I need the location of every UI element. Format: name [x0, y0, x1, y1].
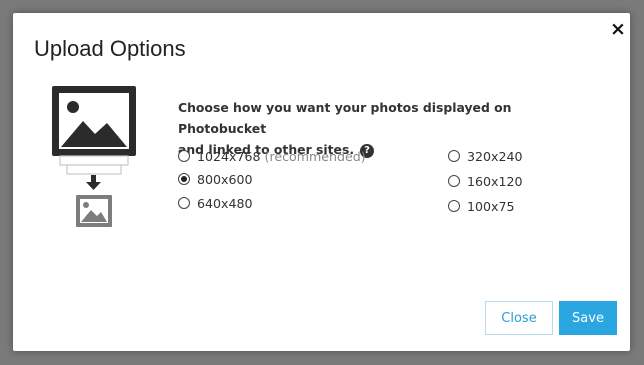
option-640x480[interactable]: 640x480	[178, 194, 253, 212]
resize-photo-icon	[52, 86, 136, 227]
option-label: 800x600	[197, 171, 253, 187]
option-160x120[interactable]: 160x120	[448, 172, 523, 190]
option-100x75[interactable]: 100x75	[448, 197, 515, 215]
option-label: 320x240	[467, 148, 523, 164]
close-button[interactable]: Close	[485, 301, 553, 335]
radio-1024x768[interactable]	[178, 150, 190, 162]
option-800x600[interactable]: 800x600	[178, 170, 253, 188]
option-1024x768[interactable]: 1024x768 (recommended)	[178, 147, 366, 165]
upload-options-dialog: × Upload Options Choose how you want you…	[13, 13, 630, 351]
dialog-title: Upload Options	[34, 36, 186, 61]
radio-640x480[interactable]	[178, 197, 190, 209]
radio-160x120[interactable]	[448, 175, 460, 187]
option-label: 160x120	[467, 173, 523, 189]
radio-100x75[interactable]	[448, 200, 460, 212]
option-label: 100x75	[467, 198, 515, 214]
recommended-note: (recommended)	[264, 148, 366, 164]
option-320x240[interactable]: 320x240	[448, 147, 523, 165]
option-label: 1024x768	[197, 148, 261, 164]
prompt-line-1: Choose how you want your photos displaye…	[178, 100, 512, 136]
radio-800x600[interactable]	[178, 173, 190, 185]
radio-320x240[interactable]	[448, 150, 460, 162]
option-label: 640x480	[197, 195, 253, 211]
close-icon[interactable]: ×	[609, 19, 627, 39]
save-button[interactable]: Save	[559, 301, 617, 335]
